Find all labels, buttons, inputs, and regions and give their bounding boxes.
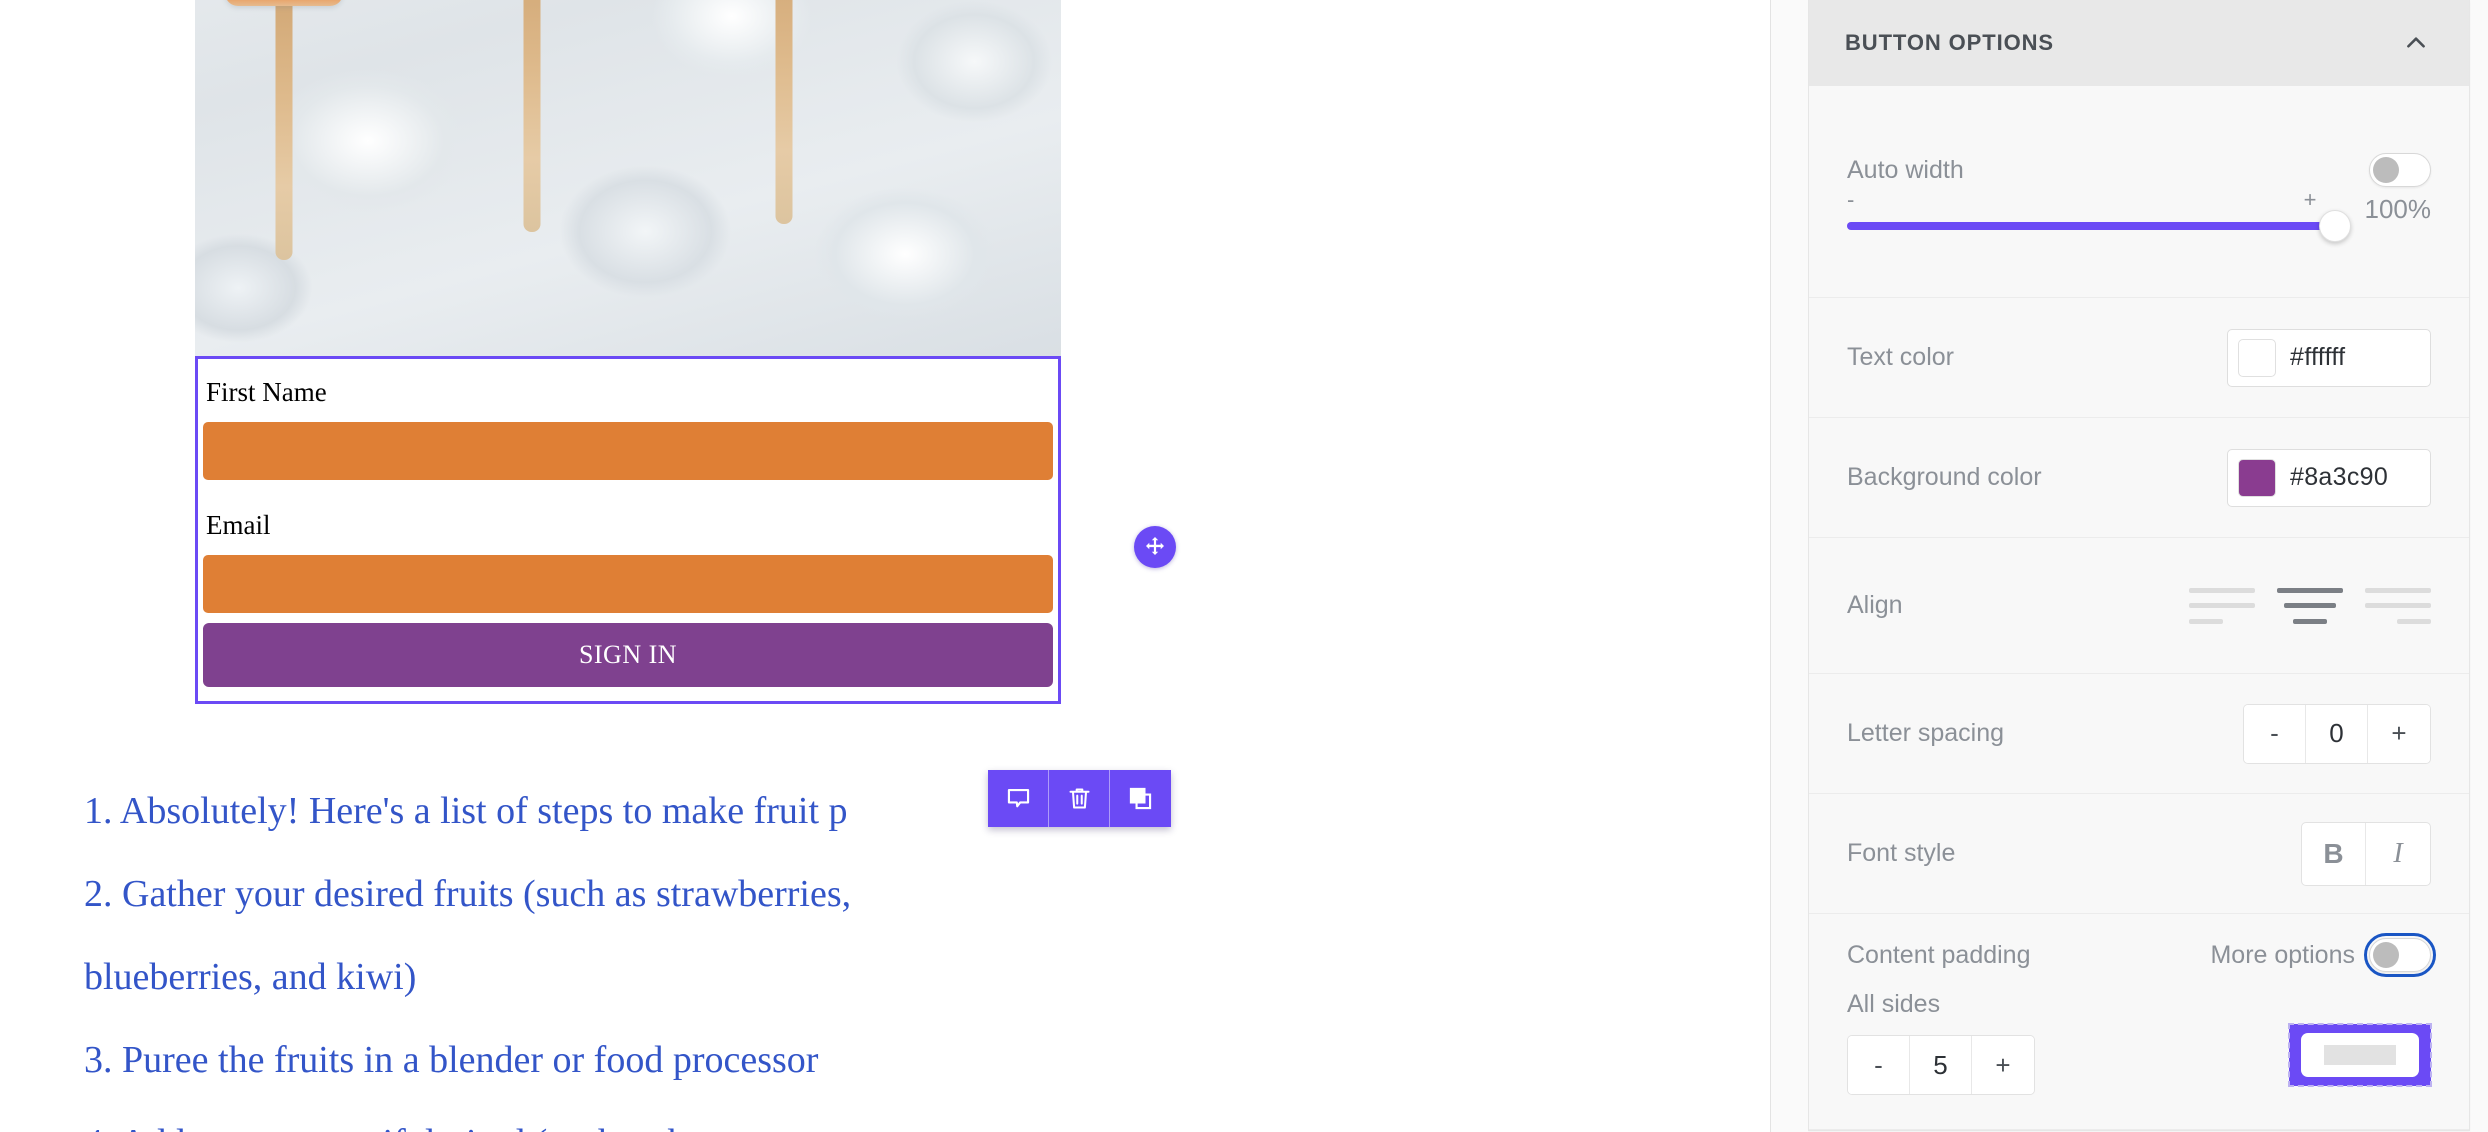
content-padding-head: Content padding More options xyxy=(1847,933,2436,977)
background-color-field[interactable]: #8a3c90 xyxy=(2227,448,2431,507)
auto-width-head: Auto width xyxy=(1847,153,2431,187)
row-content-padding: Content padding More options All sides -… xyxy=(1809,914,2469,1130)
toggle-knob xyxy=(2373,942,2399,968)
align-label: Align xyxy=(1847,591,1903,619)
align-right-button[interactable] xyxy=(2365,585,2431,627)
slider-fill xyxy=(1847,222,2335,230)
block-toolbar xyxy=(988,770,1171,827)
italic-button[interactable]: I xyxy=(2366,823,2430,885)
align-group xyxy=(2189,585,2431,627)
bold-button[interactable]: B xyxy=(2302,822,2366,885)
row-font-style: Font style B I xyxy=(1809,794,2469,914)
panel-gutter xyxy=(1770,0,1808,1132)
email-body: First Name Email SIGN IN xyxy=(195,0,1061,704)
background-color-label: Background color xyxy=(1847,463,2042,491)
align-center-button[interactable] xyxy=(2277,585,2343,627)
all-sides-value[interactable]: 5 xyxy=(1910,1036,1972,1094)
first-name-input[interactable] xyxy=(203,422,1053,480)
selected-form-block[interactable]: First Name Email SIGN IN xyxy=(195,356,1061,704)
comment-icon xyxy=(1005,785,1032,812)
chevron-up-icon[interactable] xyxy=(2403,30,2429,56)
step-line: 3. Puree the fruits in a blender or food… xyxy=(84,1039,819,1081)
popsicle-body xyxy=(225,0,343,6)
slider-knob[interactable] xyxy=(2318,210,2351,242)
letter-spacing-value[interactable]: 0 xyxy=(2306,704,2368,763)
popsicle-stick xyxy=(523,0,541,232)
text-color-swatch[interactable] xyxy=(2238,338,2276,377)
align-left-button[interactable] xyxy=(2189,585,2255,627)
letter-spacing-decrement[interactable]: - xyxy=(2244,704,2306,763)
slider-plus[interactable]: + xyxy=(2304,189,2317,211)
popsicle-stick xyxy=(775,0,793,224)
all-sides-increment[interactable]: + xyxy=(1972,1036,2034,1094)
page-title: BUTTON OPTIONS xyxy=(1845,30,2054,55)
duplicate-button[interactable] xyxy=(1110,770,1171,827)
padding-preview-wrap xyxy=(2288,1023,2432,1087)
font-style-label: Font style xyxy=(1847,839,1956,867)
sign-in-button[interactable]: SIGN IN xyxy=(203,623,1053,687)
trash-icon xyxy=(1066,785,1093,812)
step-line: blueberries, and kiwi) xyxy=(84,956,417,998)
email-label: Email xyxy=(206,510,271,540)
more-options-label: More options xyxy=(2210,940,2355,969)
app-root: First Name Email SIGN IN 1. Absolutely! … xyxy=(0,0,2488,1132)
all-sides-label: All sides xyxy=(1847,990,1941,1018)
comment-button[interactable] xyxy=(988,770,1049,827)
background-color-swatch[interactable] xyxy=(2238,458,2276,497)
row-auto-width: Auto width - + 100% xyxy=(1809,86,2469,298)
panel-header[interactable]: BUTTON OPTIONS xyxy=(1809,0,2469,86)
padding-preview-content xyxy=(2324,1045,2396,1065)
text-color-field[interactable]: #ffffff xyxy=(2227,328,2431,387)
background-color-hex[interactable]: #8a3c90 xyxy=(2290,463,2388,492)
email-input[interactable] xyxy=(203,555,1053,613)
letter-spacing-label: Letter spacing xyxy=(1847,719,2005,747)
width-value: 100% xyxy=(2364,194,2432,224)
all-sides-group: All sides - 5 + xyxy=(1847,990,2035,1095)
row-text-color: Text color #ffffff xyxy=(1809,298,2469,418)
step-line: 2. Gather your desired fruits (such as s… xyxy=(84,873,852,915)
padding-preview[interactable] xyxy=(2288,1023,2432,1087)
slider-minus[interactable]: - xyxy=(1847,189,1854,211)
toggle-knob xyxy=(2373,157,2399,183)
row-align: Align xyxy=(1809,538,2469,674)
all-sides-stepper: - 5 + xyxy=(1847,1035,2035,1095)
letter-spacing-stepper: - 0 + xyxy=(2243,703,2431,764)
move-icon xyxy=(1143,535,1167,559)
button-options-panel: BUTTON OPTIONS Auto width - + 100% Text … xyxy=(1808,0,2488,1132)
content-padding-body: All sides - 5 + xyxy=(1847,990,2432,1095)
width-slider-row: - + 100% xyxy=(1847,189,2432,242)
slider-hints: - + xyxy=(1847,189,2335,211)
row-background-color: Background color #8a3c90 xyxy=(1809,418,2469,538)
hero-popsicle-image[interactable] xyxy=(195,0,1061,356)
delete-button[interactable] xyxy=(1049,770,1110,827)
width-slider[interactable]: - + xyxy=(1847,189,2351,242)
more-options-toggle[interactable] xyxy=(2364,933,2436,977)
first-name-label: First Name xyxy=(206,377,327,407)
all-sides-decrement[interactable]: - xyxy=(1848,1036,1910,1094)
slider-rail[interactable] xyxy=(1847,210,2351,242)
move-handle[interactable] xyxy=(1134,526,1176,568)
text-color-label: Text color xyxy=(1847,343,1954,371)
font-style-group: B I xyxy=(2301,821,2431,886)
step-line: 4. Add a sweetener if desired (such as h… xyxy=(84,1102,1164,1132)
text-color-hex[interactable]: #ffffff xyxy=(2290,343,2345,372)
padding-preview-inner xyxy=(2301,1033,2419,1077)
duplicate-icon xyxy=(1127,785,1154,812)
auto-width-toggle[interactable] xyxy=(2369,153,2431,187)
popsicle-stick xyxy=(275,0,293,260)
auto-width-label: Auto width xyxy=(1847,155,1964,184)
letter-spacing-increment[interactable]: + xyxy=(2368,704,2430,763)
row-letter-spacing: Letter spacing - 0 + xyxy=(1809,674,2469,794)
email-canvas[interactable]: First Name Email SIGN IN 1. Absolutely! … xyxy=(0,0,1770,1132)
panel-card: BUTTON OPTIONS Auto width - + 100% Text … xyxy=(1808,0,2470,1131)
content-padding-label: Content padding xyxy=(1847,940,2031,969)
